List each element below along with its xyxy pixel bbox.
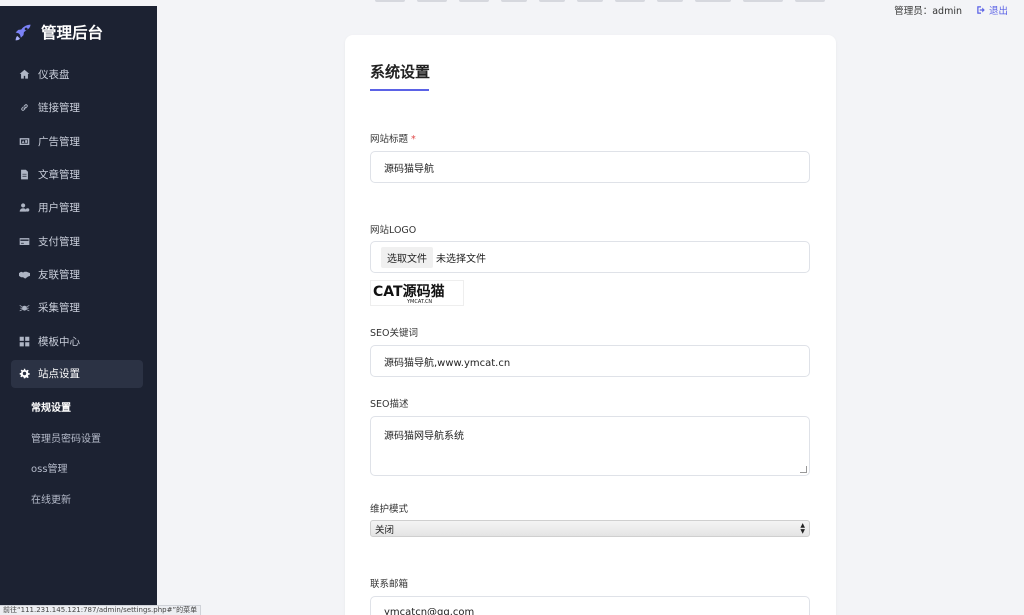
toolbar-ghost <box>657 0 683 2</box>
choose-file-button[interactable]: 选取文件 <box>381 246 433 268</box>
sidebar-item-users[interactable]: 用户管理 <box>0 191 157 224</box>
toolbar-ghost <box>417 0 447 2</box>
toolbar-ghost <box>577 0 603 2</box>
grid-icon <box>19 336 30 347</box>
sidebar-item-ads[interactable]: 广告管理 <box>0 125 157 158</box>
sidebar-item-label: 用户管理 <box>38 202 80 215</box>
logo-subtext: YMCAT.CN <box>406 299 432 305</box>
home-icon <box>19 69 30 80</box>
sidebar-item-articles[interactable]: 文章管理 <box>0 158 157 191</box>
sidebar-item-dashboard[interactable]: 仪表盘 <box>0 58 157 91</box>
brand[interactable]: 管理后台 <box>0 6 157 58</box>
toolbar-ghost <box>615 0 645 2</box>
sidebar-item-label: 广告管理 <box>38 135 80 148</box>
handshake-icon <box>19 269 30 280</box>
credit-card-icon <box>19 236 30 247</box>
toolbar-ghost <box>695 0 731 2</box>
file-icon <box>19 169 30 180</box>
sidebar-item-collect[interactable]: 采集管理 <box>0 291 157 324</box>
page-title: 系统设置 <box>370 63 431 81</box>
site-title-label-text: 网站标题 <box>370 134 409 145</box>
sidebar-item-label: 友联管理 <box>38 268 80 281</box>
seo-keywords-input[interactable]: 源码猫导航,www.ymcat.cn <box>370 345 810 377</box>
maintenance-select[interactable]: 关闭 ▲ ▼ <box>370 520 810 537</box>
select-arrows-icon: ▲ ▼ <box>800 522 805 535</box>
seo-keywords-label: SEO关键词 <box>370 328 419 339</box>
maintenance-label: 维护模式 <box>370 504 409 515</box>
gear-icon <box>19 368 30 379</box>
sidebar-item-label: 站点设置 <box>38 368 80 381</box>
subnav-item-general[interactable]: 常规设置 <box>0 392 157 423</box>
sign-out-icon <box>977 6 985 14</box>
sidebar-item-site-settings[interactable]: 站点设置 <box>11 359 143 388</box>
email-label: 联系邮箱 <box>370 579 409 590</box>
site-title-input[interactable]: 源码猫导航 <box>370 151 810 183</box>
sidebar: 管理后台 仪表盘 链接管理 广告管理 文章管理 用户管理 支付管理 友联管理 采… <box>0 6 157 615</box>
app-root: 管理后台 仪表盘 链接管理 广告管理 文章管理 用户管理 支付管理 友联管理 采… <box>0 0 1024 615</box>
link-icon <box>19 102 30 113</box>
seo-desc-textarea[interactable]: 源码猫网导航系统 <box>370 416 810 476</box>
scrolled-toolbar <box>375 0 825 4</box>
required-mark: * <box>411 134 416 145</box>
settings-card: 系统设置 网站标题 * 源码猫导航 网站LOGO 选取文件 未选择文件 CAT源码… <box>345 35 836 615</box>
title-underline <box>370 89 429 91</box>
subnav-item-admin-password[interactable]: 管理员密码设置 <box>0 422 157 453</box>
sidebar-item-payments[interactable]: 支付管理 <box>0 224 157 257</box>
subnav-item-oss[interactable]: oss管理 <box>0 453 157 484</box>
sidebar-item-templates[interactable]: 模板中心 <box>0 324 157 357</box>
sidebar-item-label: 采集管理 <box>38 302 80 315</box>
logo-preview-image: CAT源码猫 YMCAT.CN <box>370 280 464 306</box>
browser-status-bar: 前往“111.231.145.121:787/admin/settings.ph… <box>0 605 202 615</box>
spider-icon <box>19 302 30 313</box>
subnav-item-online-update[interactable]: 在线更新 <box>0 483 157 514</box>
seo-desc-value: 源码猫网导航系统 <box>384 431 464 442</box>
toolbar-ghost <box>743 0 783 2</box>
logo-text: CAT源码猫 <box>373 283 445 300</box>
sidebar-item-label: 模板中心 <box>38 335 80 348</box>
user-cog-icon <box>19 202 30 213</box>
rocket-icon <box>15 24 31 40</box>
brand-title: 管理后台 <box>41 24 104 42</box>
toolbar-ghost <box>539 0 565 2</box>
maintenance-value: 关闭 <box>375 524 395 536</box>
site-logo-label: 网站LOGO <box>370 225 417 236</box>
resize-grip-icon[interactable] <box>800 466 807 473</box>
sidebar-item-label: 仪表盘 <box>38 69 70 82</box>
topbar: 管理员：admin 退出 <box>157 0 1024 17</box>
admin-user-label: 管理员：admin <box>894 6 962 17</box>
toolbar-ghost <box>501 0 527 2</box>
sidebar-subnav: 常规设置 管理员密码设置 oss管理 在线更新 <box>0 392 157 514</box>
sidebar-item-label: 支付管理 <box>38 235 80 248</box>
email-input[interactable]: ymcatcn@qq.com <box>370 596 810 615</box>
file-status-text: 未选择文件 <box>436 253 486 265</box>
toolbar-ghost <box>795 0 825 2</box>
toolbar-ghost <box>375 0 405 2</box>
logout-label: 退出 <box>988 6 1008 17</box>
sidebar-item-links[interactable]: 链接管理 <box>0 91 157 124</box>
sidebar-item-friendlinks[interactable]: 友联管理 <box>0 258 157 291</box>
seo-desc-label: SEO描述 <box>370 399 409 410</box>
site-title-value: 源码猫导航 <box>384 163 434 175</box>
seo-keywords-value: 源码猫导航,www.ymcat.cn <box>384 357 511 369</box>
ad-icon <box>19 136 30 147</box>
toolbar-ghost <box>459 0 489 2</box>
site-title-label: 网站标题 * <box>370 131 416 145</box>
sidebar-nav: 仪表盘 链接管理 广告管理 文章管理 用户管理 支付管理 友联管理 采集管理 模… <box>0 58 157 388</box>
sidebar-item-label: 链接管理 <box>38 102 80 115</box>
site-logo-file-input[interactable]: 选取文件 未选择文件 <box>370 241 810 273</box>
logout-link[interactable]: 退出 <box>976 3 1008 17</box>
sidebar-item-label: 文章管理 <box>38 169 80 182</box>
email-value: ymcatcn@qq.com <box>384 606 475 615</box>
